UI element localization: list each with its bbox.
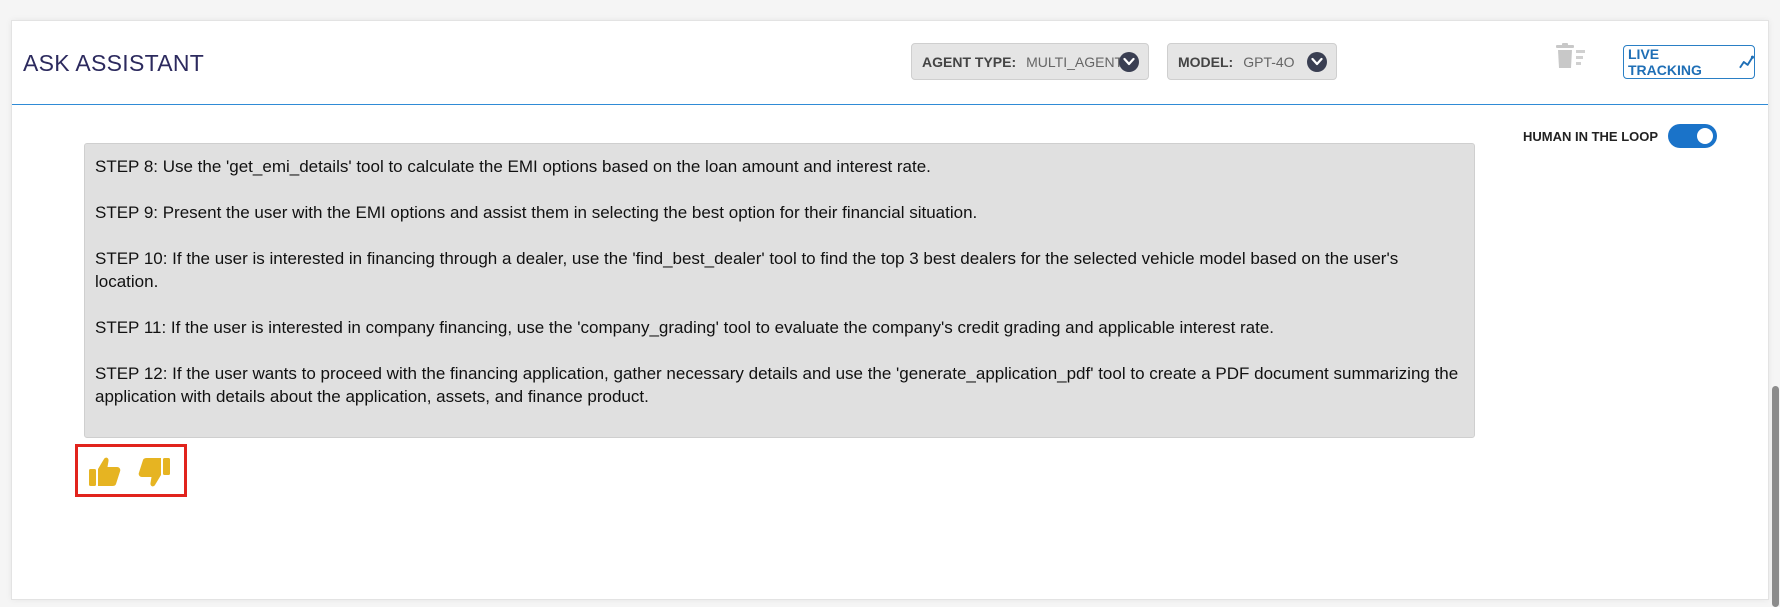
human-in-the-loop: HUMAN IN THE LOOP (1523, 123, 1718, 149)
toggle-knob (1697, 128, 1714, 144)
live-tracking-label: LIVE TRACKING (1628, 46, 1702, 78)
model-select[interactable]: MODEL: GPT-4O (1167, 43, 1337, 80)
page-title: ASK ASSISTANT (23, 50, 205, 76)
agent-type-select[interactable]: AGENT TYPE: MULTI_AGENT (911, 43, 1149, 80)
live-tracking-button[interactable]: LIVE TRACKING (1623, 45, 1755, 79)
hitl-toggle[interactable] (1668, 124, 1718, 148)
assistant-message: STEP 8: Use the 'get_emi_details' tool t… (84, 143, 1475, 438)
chart-line-icon (1738, 55, 1754, 69)
scrollbar[interactable] (1770, 111, 1780, 607)
message-step: STEP 10: If the user is interested in fi… (95, 249, 1399, 291)
model-value: GPT-4O (1243, 53, 1295, 70)
thumbs-down-icon[interactable] (136, 455, 172, 489)
header: ASK ASSISTANT AGENT TYPE: MULTI_AGENT MO… (12, 21, 1768, 105)
model-label: MODEL: (1178, 53, 1234, 70)
hitl-label: HUMAN IN THE LOOP (1523, 128, 1659, 144)
message-step: STEP 12: If the user wants to proceed wi… (95, 364, 1459, 406)
scrollbar-thumb[interactable] (1772, 386, 1779, 607)
thumbs-up-icon[interactable] (87, 455, 123, 489)
agent-type-value: MULTI_AGENT (1026, 53, 1124, 70)
trash-icon[interactable] (1553, 42, 1587, 72)
chevron-down-icon (1307, 52, 1327, 72)
agent-type-label: AGENT TYPE: (922, 53, 1017, 70)
feedback-group (75, 444, 187, 497)
message-step: STEP 9: Present the user with the EMI op… (95, 203, 978, 222)
message-step: STEP 8: Use the 'get_emi_details' tool t… (95, 157, 931, 176)
message-step: STEP 11: If the user is interested in co… (95, 318, 1275, 337)
chevron-down-icon (1119, 52, 1139, 72)
